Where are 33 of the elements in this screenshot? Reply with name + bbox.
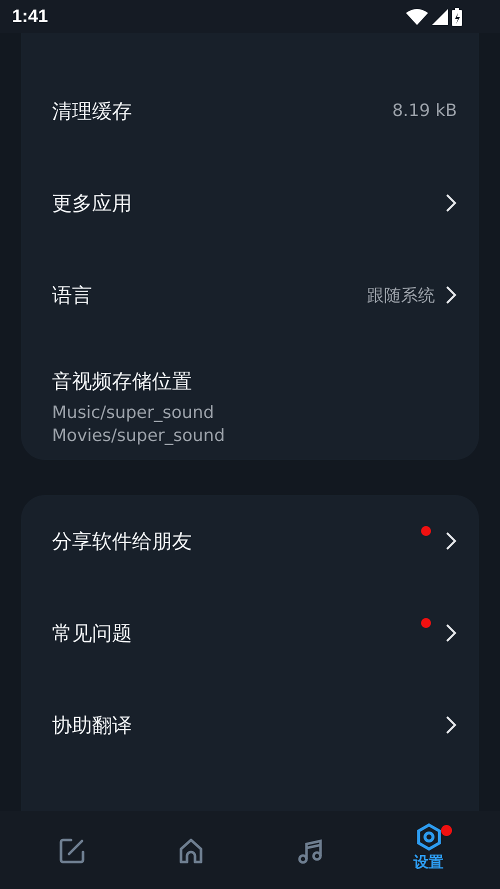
- setting-label: 清理缓存: [52, 98, 133, 124]
- chevron-icon: [445, 285, 457, 305]
- home-icon: [176, 837, 204, 865]
- chevron-icon: [445, 193, 457, 213]
- wifi-icon: [406, 8, 428, 24]
- setting-value: 跟随系统: [367, 284, 435, 306]
- setting-label: 语言: [52, 282, 93, 308]
- tab-label: 设置: [414, 853, 444, 872]
- chevron-icon: [445, 623, 457, 643]
- settings-row[interactable]: 分享软件给朋友: [21, 495, 479, 587]
- setting-value: 8.19 kB: [392, 101, 457, 121]
- status-time: 1:41: [12, 6, 48, 27]
- settings-row[interactable]: 更多应用: [21, 157, 479, 249]
- settings-row[interactable]: 音视频存储位置 Music/super_sound Movies/super_sound: [21, 341, 479, 460]
- battery-icon: [452, 8, 462, 26]
- signal-icon: [432, 8, 448, 24]
- chevron-icon: [445, 715, 457, 735]
- setting-label: 音视频存储位置: [52, 368, 192, 395]
- settings-row[interactable]: 常见问题: [21, 587, 479, 679]
- path-text: Music/super_sound: [52, 402, 214, 425]
- setting-label: 分享软件给朋友: [52, 528, 193, 554]
- nav-tab[interactable]: 设置: [394, 811, 464, 872]
- setting-label: 更多应用: [52, 190, 133, 216]
- settings-row[interactable]: 清理缓存 8.19 kB: [21, 65, 479, 157]
- chevron-icon: [445, 531, 457, 551]
- setting-label: 常见问题: [52, 620, 133, 646]
- settings-row[interactable]: 语言 跟随系统: [21, 249, 479, 341]
- music-icon: [296, 837, 324, 865]
- edit-icon: [58, 837, 86, 865]
- setting-label: 协助翻译: [52, 712, 133, 738]
- settings-row[interactable]: 协助翻译: [21, 679, 479, 771]
- settings-icon: [414, 823, 442, 851]
- path-text: Movies/super_sound: [52, 425, 225, 448]
